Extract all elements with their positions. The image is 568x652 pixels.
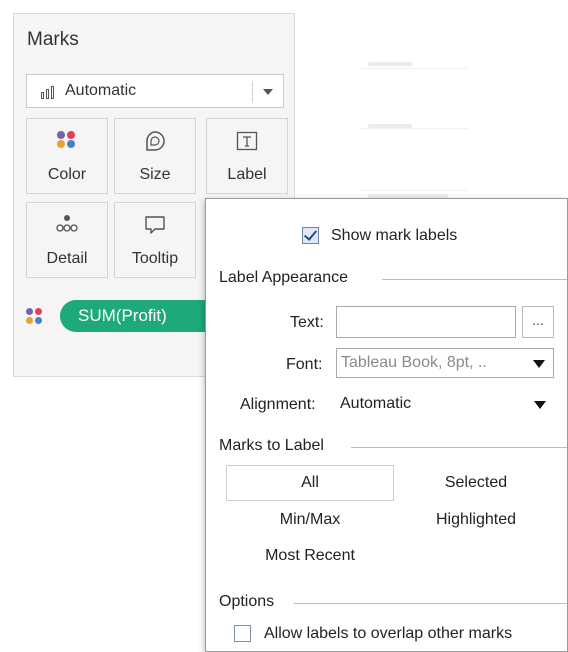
marks-option-highlighted[interactable]: Highlighted (406, 502, 546, 538)
options-header: Options (219, 593, 275, 610)
detail-label: Detail (46, 250, 88, 267)
detail-dots-icon (56, 215, 78, 232)
marks-option-all[interactable]: All (226, 465, 394, 501)
mark-type-value: Automatic (65, 82, 137, 99)
allow-overlap-checkbox[interactable] (234, 625, 251, 642)
chevron-down-icon (533, 360, 545, 368)
label-label: Label (227, 166, 267, 183)
tooltip-label: Tooltip (131, 250, 179, 267)
color-dots-icon (26, 308, 44, 326)
alignment-value: Automatic (340, 395, 412, 412)
section-divider (294, 603, 567, 604)
size-shape-icon (146, 131, 165, 151)
mark-type-dropdown[interactable]: Automatic (26, 74, 284, 108)
section-divider (351, 447, 567, 448)
alignment-field-label: Alignment: (240, 396, 316, 413)
font-dropdown[interactable]: Tableau Book, 8pt, .. (336, 348, 554, 378)
size-label: Size (139, 166, 171, 183)
dropdown-separator (252, 81, 253, 103)
size-button[interactable]: Size (114, 118, 196, 194)
marks-to-label-header: Marks to Label (219, 437, 324, 454)
checkmark-icon (303, 227, 318, 241)
color-label: Color (47, 166, 87, 183)
font-field-label: Font: (286, 356, 323, 373)
show-mark-labels-checkbox[interactable] (302, 227, 319, 244)
allow-overlap-label: Allow labels to overlap other marks (264, 625, 513, 642)
marks-option-min-max[interactable]: Min/Max (226, 502, 394, 538)
bar-chart-icon (41, 86, 57, 99)
label-appearance-header: Label Appearance (219, 269, 348, 286)
detail-button[interactable]: Detail (26, 202, 108, 278)
marks-option-selected[interactable]: Selected (406, 465, 546, 501)
label-popup: Show mark labels Label Appearance Text: … (205, 198, 568, 652)
marks-title: Marks (27, 29, 79, 50)
label-button[interactable]: Label (206, 118, 288, 194)
alignment-dropdown[interactable]: Automatic (336, 390, 554, 420)
label-text-icon (236, 131, 258, 151)
color-button[interactable]: Color (26, 118, 108, 194)
tooltip-button[interactable]: Tooltip (114, 202, 196, 278)
tooltip-speech-icon (145, 216, 165, 234)
font-value: Tableau Book, 8pt, .. (341, 354, 487, 371)
text-field-label: Text: (290, 314, 324, 331)
chevron-down-icon (534, 401, 546, 409)
section-divider (382, 279, 567, 280)
label-text-input[interactable] (336, 306, 516, 338)
edit-label-text-button[interactable]: ... (522, 306, 554, 338)
show-mark-labels-label: Show mark labels (331, 227, 458, 244)
color-dots-icon (57, 129, 77, 149)
chevron-down-icon[interactable] (263, 89, 273, 95)
marks-option-most-recent[interactable]: Most Recent (226, 538, 394, 574)
